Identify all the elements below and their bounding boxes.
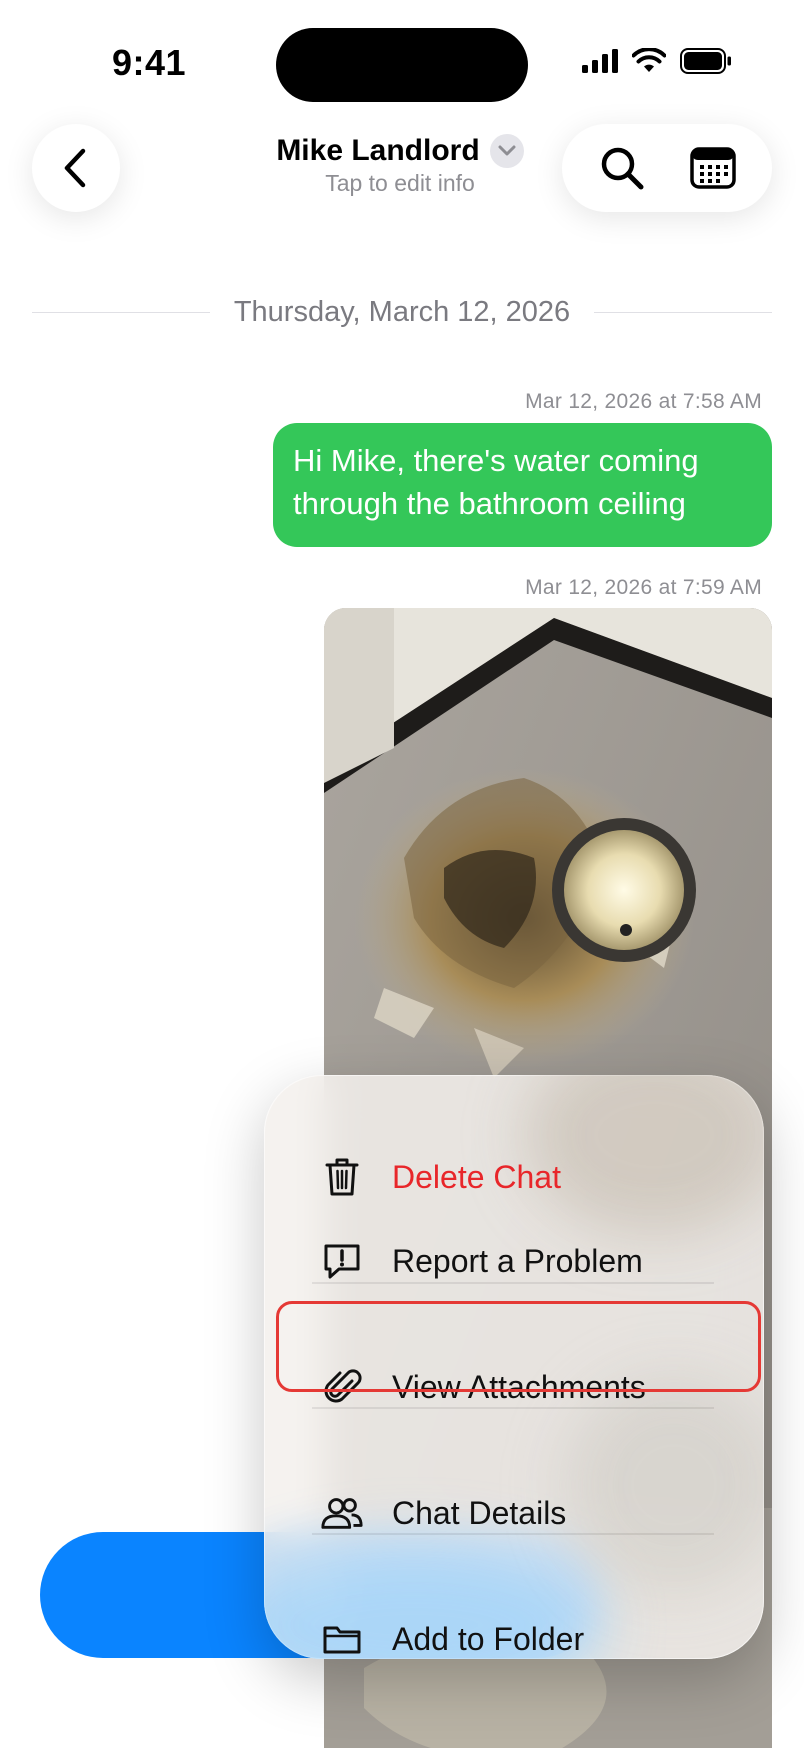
status-time: 9:41 <box>112 42 187 83</box>
menu-item-label: Report a Problem <box>392 1242 643 1279</box>
contact-name: Mike Landlord <box>276 134 480 167</box>
calendar-button[interactable] <box>678 133 748 203</box>
highlight-box <box>276 1301 761 1392</box>
menu-item-label: Delete Chat <box>392 1158 561 1195</box>
menu-item-chat-details[interactable]: Chat Details <box>264 1471 764 1555</box>
sent-message-bubble[interactable]: Hi Mike, there's water coming through th… <box>273 423 772 547</box>
status-icons <box>582 48 732 74</box>
message-timestamp: Mar 12, 2026 at 7:58 AM <box>525 390 762 413</box>
date-divider: Thursday, March 12, 2026 <box>32 296 772 329</box>
menu-separator <box>312 1282 714 1284</box>
message-timestamp: Mar 12, 2026 at 7:59 AM <box>525 576 762 599</box>
report-problem-icon <box>320 1239 364 1283</box>
dynamic-island <box>276 28 528 102</box>
search-button[interactable] <box>587 133 657 203</box>
search-icon <box>601 147 643 190</box>
contact-subtitle: Tap to edit info <box>325 170 475 196</box>
menu-separator <box>312 1407 714 1409</box>
messages-screen: 9:41 Mike Landlord Tap to edit info Thur… <box>0 0 804 1748</box>
header-actions <box>562 124 772 212</box>
calendar-icon <box>689 147 736 189</box>
menu-item-report-problem[interactable]: Report a Problem <box>264 1219 764 1303</box>
chevron-left-icon <box>64 148 86 188</box>
cellular-signal-icon <box>582 49 618 73</box>
menu-separator <box>312 1533 714 1535</box>
contact-header[interactable]: Mike Landlord Tap to edit info <box>240 134 560 197</box>
chevron-down-icon <box>489 134 524 168</box>
menu-item-label: Add to Folder <box>392 1620 585 1657</box>
wifi-icon <box>632 48 666 72</box>
people-icon <box>320 1491 364 1535</box>
menu-item-delete-chat[interactable]: Delete Chat <box>264 1135 764 1219</box>
menu-item-add-to-folder[interactable]: Add to Folder <box>264 1597 764 1659</box>
back-button[interactable] <box>32 124 120 212</box>
date-divider-label: Thursday, March 12, 2026 <box>233 296 571 328</box>
trash-icon <box>320 1155 364 1199</box>
battery-icon <box>680 48 731 74</box>
folder-icon <box>320 1617 364 1659</box>
menu-item-label: Chat Details <box>392 1494 567 1531</box>
